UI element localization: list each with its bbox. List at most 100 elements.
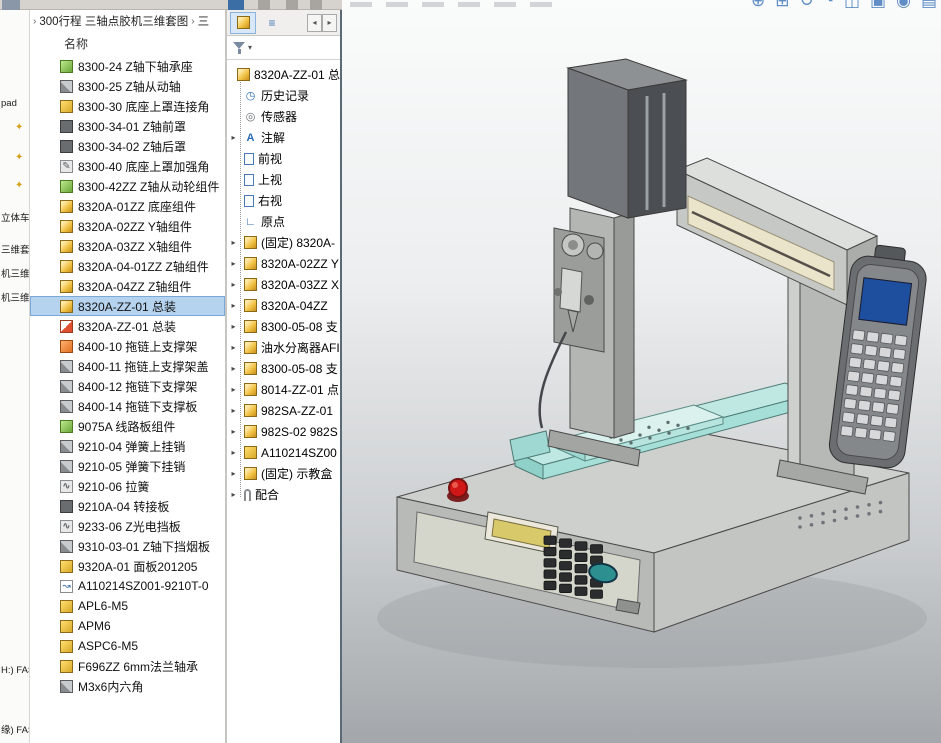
expand-arrow-icon[interactable]: ▸ <box>228 469 239 478</box>
tree-item[interactable]: ▸8320A-04ZZ <box>227 295 340 316</box>
list-item[interactable]: 9210-05 弹簧下挂销 <box>30 456 225 476</box>
list-item[interactable]: ✎8300-40 底座上罩加强角 <box>30 156 225 176</box>
gantry-beam[interactable] <box>677 158 877 305</box>
list-item[interactable]: 8320A-02ZZ Y轴组件 <box>30 216 225 236</box>
list-item[interactable]: ∿9210-06 拉簧 <box>30 476 225 496</box>
emergency-stop-button[interactable] <box>449 479 467 497</box>
list-item[interactable]: 8400-10 拖链上支撑架 <box>30 336 225 356</box>
tree-item[interactable]: ▸982SA-ZZ-01 <box>227 400 340 421</box>
expand-arrow-icon[interactable]: ▸ <box>228 364 239 373</box>
list-item[interactable]: 8300-34-02 Z轴后罩 <box>30 136 225 156</box>
list-item[interactable]: 8320A-ZZ-01 总装 <box>30 316 225 336</box>
list-item[interactable]: 8300-25 Z轴从动轴 <box>30 76 225 96</box>
tree-item[interactable]: ▸配合 <box>227 484 340 505</box>
pane-right-arrow-button[interactable]: ▸ <box>322 14 337 32</box>
list-item[interactable]: 9320A-01 面板201205 <box>30 556 225 576</box>
tree-root-assembly[interactable]: 8320A-ZZ-01 总装 <box>227 64 340 85</box>
list-item[interactable]: M3x6内六角 <box>30 676 225 696</box>
folder-label-fragment[interactable]: pad <box>1 98 17 109</box>
zoom-area-icon[interactable]: ⊞ <box>775 0 789 11</box>
tree-item[interactable]: ∟原点 <box>227 211 340 232</box>
expand-arrow-icon[interactable]: ▸ <box>228 238 239 247</box>
tree-item[interactable]: ▸8320A-02ZZ Y <box>227 253 340 274</box>
list-item[interactable]: ASPC6-M5 <box>30 636 225 656</box>
asm-icon <box>244 467 257 480</box>
list-item[interactable]: 8300-42ZZ Z轴从动轮组件 <box>30 176 225 196</box>
tree-item[interactable]: ▸8300-05-08 支 <box>227 358 340 379</box>
appearance-icon[interactable]: ▤ <box>921 0 937 11</box>
list-item[interactable]: ↝A110214SZ001-9210T-0 <box>30 576 225 596</box>
list-item[interactable]: 9075A 线路板组件 <box>30 416 225 436</box>
list-item[interactable]: 8320A-04-01ZZ Z轴组件 <box>30 256 225 276</box>
display-style-icon[interactable]: ◔ <box>824 0 834 11</box>
tab-display-pane[interactable]: ≡ <box>259 12 285 34</box>
tree-item[interactable]: 前视 <box>227 148 340 169</box>
tree-item[interactable]: 右视 <box>227 190 340 211</box>
tree-item[interactable]: ▸8014-ZZ-01 点 <box>227 379 340 400</box>
list-item[interactable]: 8300-34-01 Z轴前罩 <box>30 116 225 136</box>
list-item[interactable]: 8300-24 Z轴下轴承座 <box>30 56 225 76</box>
tree-item[interactable]: ▸8320A-03ZZ X <box>227 274 340 295</box>
list-item[interactable]: APL6-M5 <box>30 596 225 616</box>
pane-left-arrow-button[interactable]: ◂ <box>307 14 322 32</box>
list-item[interactable]: 8400-12 拖链下支撑架 <box>30 376 225 396</box>
machine-3d-model[interactable] <box>342 0 941 743</box>
folder-label-fragment[interactable]: 三维套图 <box>1 242 30 256</box>
tree-item-label: 上视 <box>258 171 282 188</box>
expand-arrow-icon[interactable]: ▸ <box>228 490 239 499</box>
filter-funnel-icon[interactable] <box>233 42 245 54</box>
list-item[interactable]: 8320A-04ZZ Z轴组件 <box>30 276 225 296</box>
list-item[interactable]: 8300-30 底座上罩连接角 <box>30 96 225 116</box>
tree-item[interactable]: 上视 <box>227 169 340 190</box>
tree-item[interactable]: ▸(固定) 8320A- <box>227 232 340 253</box>
view-orientation-icon[interactable]: ▣ <box>870 0 886 11</box>
column-header-name[interactable]: 名称 <box>30 32 225 56</box>
tree-item[interactable]: ▸(固定) 示教盒 <box>227 463 340 484</box>
list-item[interactable]: 9210-04 弹簧上挂销 <box>30 436 225 456</box>
list-item[interactable]: 9310-03-01 Z轴下挡烟板 <box>30 536 225 556</box>
zoom-fit-icon[interactable]: ⊕ <box>751 0 765 11</box>
folder-label-fragment[interactable]: 缘) FAST <box>1 722 30 736</box>
expand-arrow-icon[interactable]: ▸ <box>228 133 239 142</box>
z-axis-tower[interactable] <box>568 59 686 218</box>
expand-arrow-icon[interactable]: ▸ <box>228 448 239 457</box>
expand-arrow-icon[interactable]: ▸ <box>228 301 239 310</box>
tree-item[interactable]: ▸A110214SZ00 <box>227 442 340 463</box>
list-item[interactable]: F696ZZ 6mm法兰轴承 <box>30 656 225 676</box>
list-item[interactable]: 8400-14 拖链下支撑板 <box>30 396 225 416</box>
tree-item[interactable]: ▸油水分离器AFI <box>227 337 340 358</box>
3d-viewport[interactable]: ⊕ ⊞ ↻ ◔ ◫ ▣ ◉ ▤ <box>342 0 941 743</box>
list-item[interactable]: APM6 <box>30 616 225 636</box>
expand-arrow-icon[interactable]: ▸ <box>228 406 239 415</box>
feature-manager-panel: ≡ ◂ ▸ ▾ 8320A-ZZ-01 总装 ◷历史记录◎传感器▸A注解前视上视… <box>226 10 342 743</box>
expand-arrow-icon[interactable]: ▸ <box>228 259 239 268</box>
expand-arrow-icon[interactable]: ▸ <box>228 322 239 331</box>
previous-view-icon[interactable]: ↻ <box>799 0 813 11</box>
tree-item[interactable]: ◎传感器 <box>227 106 340 127</box>
expand-arrow-icon[interactable]: ▸ <box>228 343 239 352</box>
tree-item[interactable]: ▸982S-02 982S <box>227 421 340 442</box>
breadcrumb-suffix[interactable]: 三 <box>198 13 210 29</box>
folder-label-fragment[interactable]: 机三维 <box>1 266 30 280</box>
list-item[interactable]: ∿9233-06 Z光电挡板 <box>30 516 225 536</box>
expand-arrow-icon[interactable]: ▸ <box>228 280 239 289</box>
folder-label-fragment[interactable]: 立体车床 <box>1 210 30 224</box>
list-item[interactable]: 8400-11 拖链上支撑架盖 <box>30 356 225 376</box>
filter-dropdown-caret-icon[interactable]: ▾ <box>248 43 252 52</box>
list-item[interactable]: 8320A-ZZ-01 总装 <box>30 296 225 316</box>
tab-feature-tree[interactable] <box>230 12 256 34</box>
list-item[interactable]: 8320A-01ZZ 底座组件 <box>30 196 225 216</box>
tree-item[interactable]: ▸8300-05-08 支 <box>227 316 340 337</box>
hide-show-items-icon[interactable]: ◉ <box>896 0 911 11</box>
expand-arrow-icon[interactable]: ▸ <box>228 385 239 394</box>
section-view-icon[interactable]: ◫ <box>844 0 860 11</box>
folder-label-fragment[interactable]: 机三维 <box>1 290 30 304</box>
tree-item[interactable]: ▸A注解 <box>227 127 340 148</box>
folder-label-fragment[interactable]: H:) FAS <box>1 665 30 676</box>
list-item[interactable]: 9210A-04 转接板 <box>30 496 225 516</box>
breadcrumb[interactable]: › 300行程 三轴点胶机三维套图 › 三 <box>30 10 225 32</box>
list-item[interactable]: 8320A-03ZZ X轴组件 <box>30 236 225 256</box>
tree-item[interactable]: ◷历史记录 <box>227 85 340 106</box>
breadcrumb-text[interactable]: 300行程 三轴点胶机三维套图 <box>39 13 188 29</box>
expand-arrow-icon[interactable]: ▸ <box>228 427 239 436</box>
